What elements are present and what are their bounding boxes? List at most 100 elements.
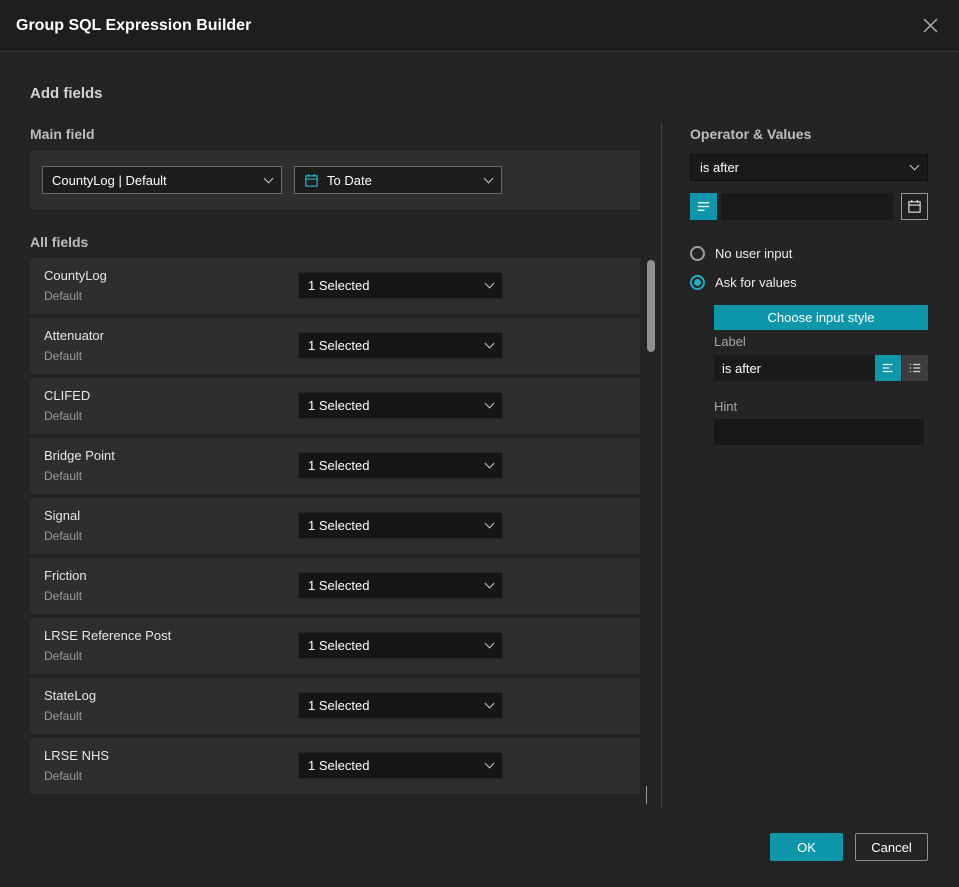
selection-label: 1 Selected	[308, 578, 370, 593]
selection-label: 1 Selected	[308, 518, 370, 533]
radio-circle-icon	[690, 246, 705, 261]
field-row-lrse-nhs: LRSE NHS Default 1 Selected	[30, 738, 640, 794]
radio-no-user-input[interactable]: No user input	[690, 246, 792, 261]
calendar-icon	[908, 199, 921, 213]
field-row-countylog: CountyLog Default 1 Selected	[30, 258, 640, 314]
field-subtitle: Default	[44, 409, 83, 423]
field-subtitle: Default	[44, 769, 83, 783]
chevron-down-icon	[484, 638, 495, 649]
field-selection-dropdown[interactable]: 1 Selected	[298, 452, 503, 479]
dialog-header: Group SQL Expression Builder	[0, 0, 959, 52]
chevron-down-icon	[484, 338, 495, 349]
hint-caption: Hint	[714, 399, 738, 414]
field-row-attenuator: Attenuator Default 1 Selected	[30, 318, 640, 374]
value-input[interactable]	[721, 193, 893, 220]
group-sql-expression-builder-dialog: Group SQL Expression Builder Add fields …	[0, 0, 959, 887]
operator-values-heading: Operator & Values	[690, 126, 812, 142]
field-name: LRSE NHS	[44, 748, 110, 763]
operator-select-value: is after	[700, 160, 740, 175]
field-subtitle: Default	[44, 529, 83, 543]
selection-label: 1 Selected	[308, 638, 370, 653]
field-subtitle: Default	[44, 289, 83, 303]
main-field-select-value: CountyLog | Default	[52, 172, 167, 188]
chevron-down-icon	[484, 698, 495, 709]
main-field-select[interactable]: CountyLog | Default	[42, 166, 282, 194]
field-subtitle: Default	[44, 709, 83, 723]
chevron-down-icon	[484, 758, 495, 769]
radio-label: Ask for values	[715, 275, 797, 290]
ok-button[interactable]: OK	[770, 833, 843, 861]
selection-label: 1 Selected	[308, 458, 370, 473]
input-style-toggle-button[interactable]	[690, 193, 717, 220]
main-field-panel: CountyLog | Default To Date	[30, 151, 640, 209]
label-input[interactable]	[714, 355, 875, 381]
chevron-down-icon	[483, 173, 494, 183]
field-list-scrollbar[interactable]	[647, 260, 655, 782]
field-selection-dropdown[interactable]: 1 Selected	[298, 272, 503, 299]
field-name: CLIFED	[44, 388, 91, 403]
selection-label: 1 Selected	[308, 398, 370, 413]
radio-ask-for-values[interactable]: Ask for values	[690, 275, 797, 290]
close-icon	[923, 18, 937, 33]
chevron-down-icon	[909, 160, 920, 171]
field-name: Attenuator	[44, 328, 104, 343]
chevron-down-icon	[484, 518, 495, 529]
input-style-icon	[697, 202, 710, 211]
label-caption: Label	[714, 334, 746, 349]
field-row-statelog: StateLog Default 1 Selected	[30, 678, 640, 734]
field-subtitle: Default	[44, 349, 83, 363]
field-selection-dropdown[interactable]: 1 Selected	[298, 752, 503, 779]
main-field-label: Main field	[30, 126, 95, 142]
list-input-style-button[interactable]	[902, 355, 928, 381]
radio-label: No user input	[715, 246, 793, 261]
field-list: CountyLog Default 1 Selected Attenuator …	[30, 258, 640, 798]
field-selection-dropdown[interactable]: 1 Selected	[298, 512, 503, 539]
field-row-signal: Signal Default 1 Selected	[30, 498, 640, 554]
field-name: CountyLog	[44, 268, 107, 283]
selection-label: 1 Selected	[308, 278, 370, 293]
chevron-down-icon	[484, 578, 495, 589]
chevron-down-icon	[646, 786, 647, 804]
all-fields-label: All fields	[30, 234, 89, 250]
field-subtitle: Default	[44, 469, 83, 483]
field-row-clifed: CLIFED Default 1 Selected	[30, 378, 640, 434]
align-left-icon	[882, 363, 893, 373]
radio-circle-selected-icon	[690, 275, 705, 290]
field-subtitle: Default	[44, 649, 83, 663]
field-name: LRSE Reference Post	[44, 628, 172, 643]
field-selection-dropdown[interactable]: 1 Selected	[298, 392, 503, 419]
field-selection-dropdown[interactable]: 1 Selected	[298, 572, 503, 599]
selection-label: 1 Selected	[308, 338, 370, 353]
selection-label: 1 Selected	[308, 698, 370, 713]
selection-label: 1 Selected	[308, 758, 370, 773]
field-subtitle: Default	[44, 589, 83, 603]
field-selection-dropdown[interactable]: 1 Selected	[298, 332, 503, 359]
scrollbar-down-arrow[interactable]	[646, 786, 656, 804]
hint-input[interactable]	[714, 419, 924, 445]
single-line-input-style-button[interactable]	[875, 355, 901, 381]
dialog-title: Group SQL Expression Builder	[16, 16, 252, 34]
cancel-button[interactable]: Cancel	[855, 833, 928, 861]
field-name: StateLog	[44, 688, 97, 703]
list-icon	[909, 363, 921, 373]
date-part-select-value: To Date	[327, 172, 372, 188]
add-fields-heading: Add fields	[30, 85, 103, 102]
field-row-bridge-point: Bridge Point Default 1 Selected	[30, 438, 640, 494]
field-row-lrse-reference-post: LRSE Reference Post Default 1 Selected	[30, 618, 640, 674]
field-selection-dropdown[interactable]: 1 Selected	[298, 692, 503, 719]
close-button[interactable]	[917, 13, 943, 39]
scrollbar-thumb[interactable]	[647, 260, 655, 352]
chevron-down-icon	[263, 173, 274, 183]
choose-input-style-button[interactable]: Choose input style	[714, 305, 928, 330]
date-picker-button[interactable]	[901, 193, 928, 220]
field-selection-dropdown[interactable]: 1 Selected	[298, 632, 503, 659]
field-row-friction: Friction Default 1 Selected	[30, 558, 640, 614]
field-name: Friction	[44, 568, 87, 583]
operator-select[interactable]: is after	[690, 154, 928, 181]
chevron-down-icon	[484, 278, 495, 289]
date-part-select[interactable]: To Date	[294, 166, 502, 194]
field-name: Signal	[44, 508, 81, 523]
field-name: Bridge Point	[44, 448, 115, 463]
calendar-icon	[304, 173, 319, 188]
vertical-divider	[661, 122, 662, 808]
